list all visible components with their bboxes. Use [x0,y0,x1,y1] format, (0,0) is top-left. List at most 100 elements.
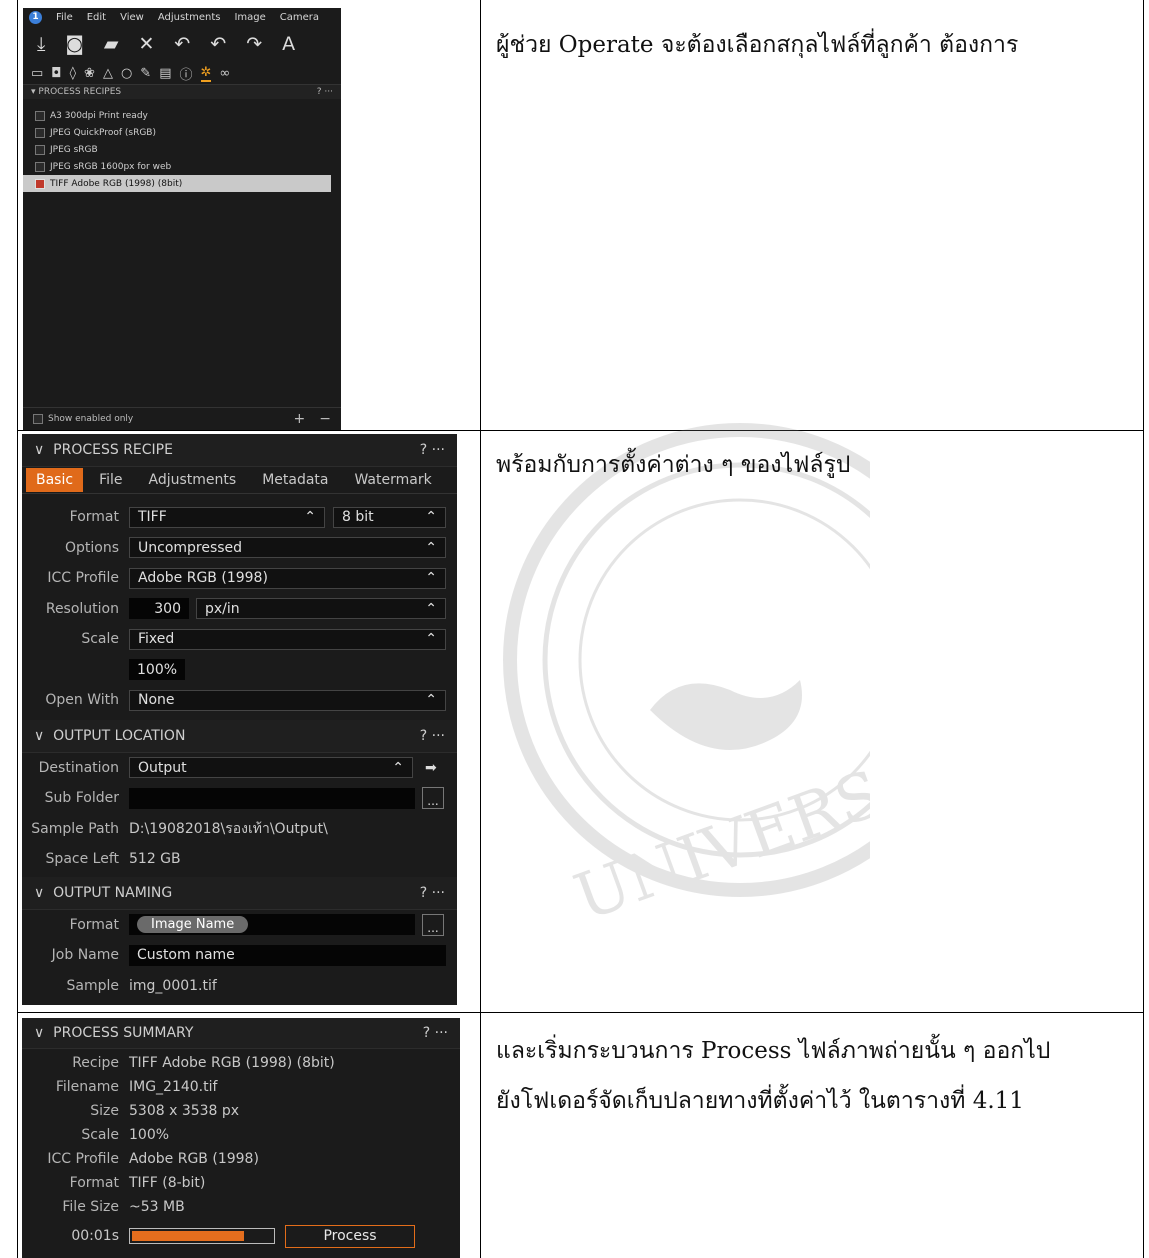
add-recipe-button[interactable]: + [294,411,306,427]
process-button[interactable]: Process [285,1224,415,1248]
summary-label: Scale [81,1127,119,1143]
recipe-label: JPEG sRGB 1600px for web [50,161,172,172]
summary-value: IMG_2140.tif [129,1079,218,1095]
image-name-token[interactable]: Image Name [137,916,249,934]
process-row: 00:01s Process [22,1219,460,1253]
scale-value-row: 100% [22,655,457,686]
summary-row: Size 5308 x 3538 px [22,1099,460,1123]
menu-edit[interactable]: Edit [87,12,106,23]
recipe-checkbox[interactable] [35,144,45,155]
tab-metadata[interactable]: Metadata [252,468,338,492]
redo-icon[interactable]: ↷ [246,33,262,55]
menu-bar: 1 File Edit View Adjustments Image Camer… [23,8,341,26]
process-recipe-header[interactable]: ∨ PROCESS RECIPE ? ··· [22,434,457,467]
help-icon[interactable]: ? [317,87,322,97]
summary-row: Scale 100% [22,1123,460,1147]
summary-value: 5308 x 3538 px [129,1103,240,1119]
recipe-item[interactable]: JPEG sRGB 1600px for web [23,158,341,175]
scale-select[interactable]: Fixed ⌃ [129,628,446,650]
sub-folder-input[interactable] [129,787,415,809]
metadata-tab-icon[interactable]: ▤ [159,66,171,81]
recipes-footer: Show enabled only + − [23,407,341,430]
job-name-input[interactable]: Custom name [129,944,446,966]
local-adjust-tab-icon[interactable]: ✎ [140,66,151,81]
naming-format-browse-button[interactable]: ... [422,913,444,936]
recipe-item[interactable]: A3 300dpi Print ready [23,107,341,124]
undo-all-icon[interactable]: ↶ [174,33,190,55]
recipe-checkbox[interactable] [35,110,45,121]
format-select[interactable]: TIFF ⌃ [129,506,325,528]
info-tab-icon[interactable]: ⓘ [179,64,192,83]
capture-tab-icon[interactable]: ◘ [51,66,61,81]
details-tab-icon[interactable]: ○ [121,66,132,81]
watermark-text: UNIVERSITY [566,719,870,936]
tab-file[interactable]: File [89,468,132,492]
destination-label: Destination [38,759,119,776]
recipe-checkbox[interactable] [35,127,45,138]
process-summary-header[interactable]: ∨ PROCESS SUMMARY ? ··· [22,1018,460,1049]
open-destination-arrow-icon[interactable]: ➡ [425,760,437,776]
lens-tab-icon[interactable]: ◊ [70,66,76,81]
bit-depth-select[interactable]: 8 bit ⌃ [333,506,446,528]
resolution-unit-select[interactable]: px/in ⌃ [196,598,446,620]
tab-basic[interactable]: Basic [26,468,84,492]
table-border-right [1143,0,1144,1258]
text-tool-icon[interactable]: A [282,33,295,55]
library-tab-icon[interactable]: ▭ [31,66,43,81]
tab-adjustments[interactable]: Adjustments [139,468,247,492]
tab-watermark[interactable]: Watermark [344,468,441,492]
recipe-item[interactable]: JPEG sRGB [23,141,341,158]
summary-value: 100% [129,1127,170,1143]
show-enabled-label: Show enabled only [48,414,134,424]
menu-file[interactable]: File [56,12,73,23]
camera-icon[interactable]: ◙ [65,33,83,55]
color-tab-icon[interactable]: ❀ [84,66,95,81]
menu-image[interactable]: Image [234,12,265,23]
summary-rows: Recipe TIFF Adobe RGB (1998) (8bit) Filena… [22,1049,460,1219]
batch-tab-icon[interactable]: ∞ [219,66,230,81]
table-border-mid [480,0,481,1258]
menu-camera[interactable]: Camera [280,12,319,23]
more-icon[interactable]: ··· [324,87,333,97]
process-recipes-header[interactable]: ▾ PROCESS RECIPES ? ··· [23,85,341,99]
summary-row: Recipe TIFF Adobe RGB (1998) (8bit) [22,1051,460,1075]
toolbar: ⤓ ◙ ▰ ✕ ↶ ↶ ↷ A [23,26,341,62]
recipe-item[interactable]: TIFF Adobe RGB (1998) (8bit) [23,175,331,192]
job-name-row: Job Name Custom name [22,940,457,971]
summary-value: ~53 MB [129,1199,185,1215]
destination-select[interactable]: Output ⌃ [129,757,413,779]
output-naming-header[interactable]: ∨ OUTPUT NAMING ? ··· [22,876,457,910]
output-location-header[interactable]: ∨ OUTPUT LOCATION ? ··· [22,719,457,753]
recipe-checkbox[interactable] [35,161,45,172]
recipe-item[interactable]: JPEG QuickProof (sRGB) [23,124,341,141]
job-name-label: Job Name [51,947,119,964]
summary-label: ICC Profile [47,1151,119,1167]
summary-label: File Size [62,1199,119,1215]
sub-folder-browse-button[interactable]: ... [422,787,444,810]
menu-view[interactable]: View [120,12,144,23]
table-border-left [17,0,18,1258]
import-icon[interactable]: ⤓ [37,33,45,55]
show-enabled-checkbox[interactable] [33,414,43,424]
icc-profile-select[interactable]: Adobe RGB (1998) ⌃ [129,567,446,589]
recipe-list: A3 300dpi Print ready JPEG QuickProof (sR… [23,107,341,192]
resolution-input[interactable]: 300 [129,598,189,620]
remove-recipe-button[interactable]: − [319,411,331,427]
menu-adjustments[interactable]: Adjustments [158,12,221,23]
output-tab-gear-icon[interactable]: ✲ [200,65,212,82]
tool-tabs: ▭ ◘ ◊ ❀ △ ○ ✎ ▤ ⓘ ✲ ∞ [23,62,341,85]
naming-sample-row: Sample img_0001.tif [22,971,457,1002]
options-label: Options [64,539,119,556]
delete-icon[interactable]: ✕ [138,33,154,55]
sub-folder-row: Sub Folder ... [22,783,457,814]
naming-format-input[interactable]: Image Name [129,914,415,936]
exposure-tab-icon[interactable]: △ [103,66,113,81]
undo-icon[interactable]: ↶ [210,33,226,55]
folder-icon[interactable]: ▰ [104,33,119,55]
scale-value-input[interactable]: 100% [129,659,185,681]
options-select[interactable]: Uncompressed ⌃ [129,537,446,559]
open-with-select[interactable]: None ⌃ [129,689,446,711]
table-row-divider-1 [17,430,1144,431]
recipe-checkbox[interactable] [35,178,45,189]
university-seal-watermark: UNIVERSITY [503,423,870,936]
